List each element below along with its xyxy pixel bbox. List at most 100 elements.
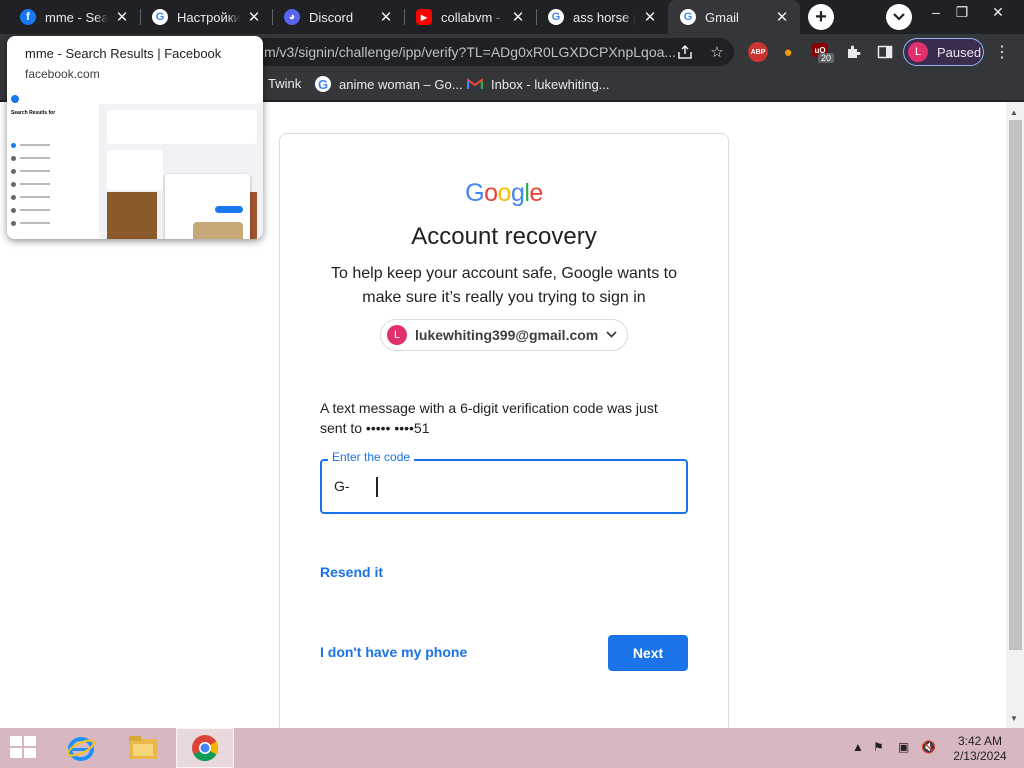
preview-sidebar-item: [11, 181, 50, 187]
tab-google-search[interactable]: G ass horse porn ✕: [536, 0, 668, 34]
network-icon[interactable]: ▣: [898, 740, 909, 754]
tab-youtube[interactable]: ▶ collabvm - YouTube ✕: [404, 0, 536, 34]
tab-hover-card: mme - Search Results | Facebook facebook…: [7, 36, 263, 239]
hover-card-preview: Search Results for: [7, 94, 263, 239]
url-text: m/v3/signin/challenge/ipp/verify?TL=ADg0…: [264, 44, 677, 60]
bookmark-star-icon[interactable]: ☆: [708, 43, 726, 61]
scroll-up-arrow-icon[interactable]: ▲: [1010, 108, 1018, 117]
start-button[interactable]: [10, 736, 38, 760]
preview-chat-image: [193, 222, 243, 239]
logo-letter: e: [529, 179, 543, 207]
tab-title: Discord: [309, 9, 354, 25]
facebook-icon: f: [20, 9, 36, 25]
close-tab-icon[interactable]: ✕: [642, 9, 658, 26]
google-icon: G: [315, 76, 331, 92]
preview-sidebar-item: [11, 220, 50, 226]
preview-topbar: [7, 94, 263, 104]
profile-status: Paused: [937, 44, 982, 60]
preview-sidebar: Search Results for: [7, 104, 99, 239]
file-explorer-icon[interactable]: [114, 728, 172, 768]
bookmark-label: anime woman – Go...: [339, 76, 463, 92]
volume-muted-icon[interactable]: 🔇: [921, 740, 936, 754]
code-prefix: G-: [334, 478, 350, 494]
chevron-down-icon: [606, 329, 617, 341]
close-window-button[interactable]: ✕: [982, 0, 1014, 24]
logo-letter: o: [484, 179, 498, 207]
tab-title: Gmail: [705, 9, 739, 25]
taskbar: ▲ ⚑ ▣ 🔇 3:42 AM 2/13/2024: [0, 728, 1024, 768]
tab-title: collabvm - YouTube: [441, 9, 504, 25]
close-tab-icon[interactable]: ✕: [246, 9, 262, 26]
hover-card-domain: facebook.com: [25, 67, 100, 81]
preview-image: [107, 192, 157, 239]
verification-message: A text message with a 6-digit verificati…: [320, 400, 658, 436]
bookmark-anime-woman[interactable]: G anime woman – Go...: [315, 76, 463, 92]
code-field[interactable]: G-: [320, 459, 688, 514]
account-chooser[interactable]: L lukewhiting399@gmail.com: [380, 319, 628, 351]
tab-title: ass horse porn: [573, 9, 636, 25]
logo-letter: o: [497, 179, 512, 207]
action-center-flag-icon[interactable]: ⚑: [873, 740, 884, 754]
code-input[interactable]: [374, 475, 674, 499]
clock-date: 2/13/2024: [953, 749, 1007, 763]
google-icon: G: [152, 9, 168, 25]
profile-button[interactable]: L Paused: [903, 38, 984, 66]
preview-chat-window: [165, 174, 250, 239]
ublock-badge: 20: [818, 53, 835, 63]
tab-strip: f mme - Search Results | Facebook ✕ G На…: [0, 0, 1024, 34]
address-bar[interactable]: m/v3/signin/challenge/ipp/verify?TL=ADg0…: [250, 38, 734, 66]
extensions-puzzle-icon[interactable]: [843, 42, 863, 62]
side-panel-icon[interactable]: [875, 42, 895, 62]
tab-search-button[interactable]: [886, 4, 912, 30]
facebook-icon: [11, 95, 19, 103]
preview-sidebar-title: Search Results for: [11, 110, 56, 116]
share-icon[interactable]: [676, 43, 694, 61]
close-tab-icon[interactable]: ✕: [510, 9, 526, 26]
clock-time: 3:42 AM: [957, 734, 1003, 748]
bookmark-label: Inbox - lukewhiting...: [491, 76, 610, 92]
adblock-plus-icon[interactable]: ABP: [748, 42, 768, 62]
preview-sidebar-item: [11, 194, 50, 200]
logo-letter: g: [510, 179, 525, 207]
tab-gmail[interactable]: G Gmail ✕: [668, 0, 800, 34]
clock[interactable]: 3:42 AM 2/13/2024: [946, 734, 1014, 764]
preview-sidebar-item: [11, 168, 50, 174]
bookmark-inbox[interactable]: Inbox - lukewhiting...: [467, 76, 610, 92]
internet-explorer-icon[interactable]: [52, 728, 110, 768]
preview-post: [107, 110, 257, 144]
hover-card-title: mme - Search Results | Facebook: [25, 46, 222, 61]
avatar: L: [908, 42, 928, 62]
tab-discord[interactable]: ◕ Discord ✕: [272, 0, 404, 34]
chrome-icon[interactable]: [176, 728, 234, 768]
code-field-label: Enter the code: [328, 450, 415, 464]
close-tab-icon[interactable]: ✕: [774, 9, 790, 26]
google-icon: G: [680, 9, 696, 25]
restore-button[interactable]: ❐: [946, 0, 978, 24]
scrollbar-thumb[interactable]: [1009, 120, 1022, 650]
no-phone-link[interactable]: I don't have my phone: [320, 644, 467, 660]
close-tab-icon[interactable]: ✕: [378, 9, 394, 26]
signin-card: Google Account recovery To help keep you…: [279, 133, 729, 728]
preview-chat-bubble: [215, 206, 243, 213]
more-menu-icon[interactable]: ⋮: [992, 42, 1012, 62]
youtube-icon: ▶: [416, 9, 432, 25]
resend-link[interactable]: Resend it: [320, 564, 383, 580]
extension-person-icon[interactable]: ●: [778, 42, 798, 62]
preview-sidebar-item: [11, 207, 50, 213]
tab-title: Настройки поиска: [177, 9, 240, 25]
close-tab-icon[interactable]: ✕: [114, 9, 130, 26]
next-button[interactable]: Next: [608, 635, 688, 671]
discord-icon: ◕: [284, 9, 300, 25]
show-hidden-icons-icon[interactable]: ▲: [852, 740, 864, 754]
page-subtitle: To help keep your account safe, Google w…: [331, 265, 677, 306]
new-tab-button[interactable]: +: [808, 4, 834, 30]
chevron-down-icon: [893, 13, 905, 21]
google-icon: G: [548, 9, 564, 25]
bookmark-twink[interactable]: Twink: [268, 76, 301, 91]
preview-sidebar-item: [11, 142, 50, 148]
preview-post: [107, 150, 163, 190]
page-title: Account recovery: [411, 223, 597, 250]
tab-search-settings[interactable]: G Настройки поиска ✕: [140, 0, 272, 34]
tab-facebook[interactable]: f mme - Search Results | Facebook ✕: [8, 0, 140, 34]
scroll-down-arrow-icon[interactable]: ▼: [1010, 714, 1018, 723]
